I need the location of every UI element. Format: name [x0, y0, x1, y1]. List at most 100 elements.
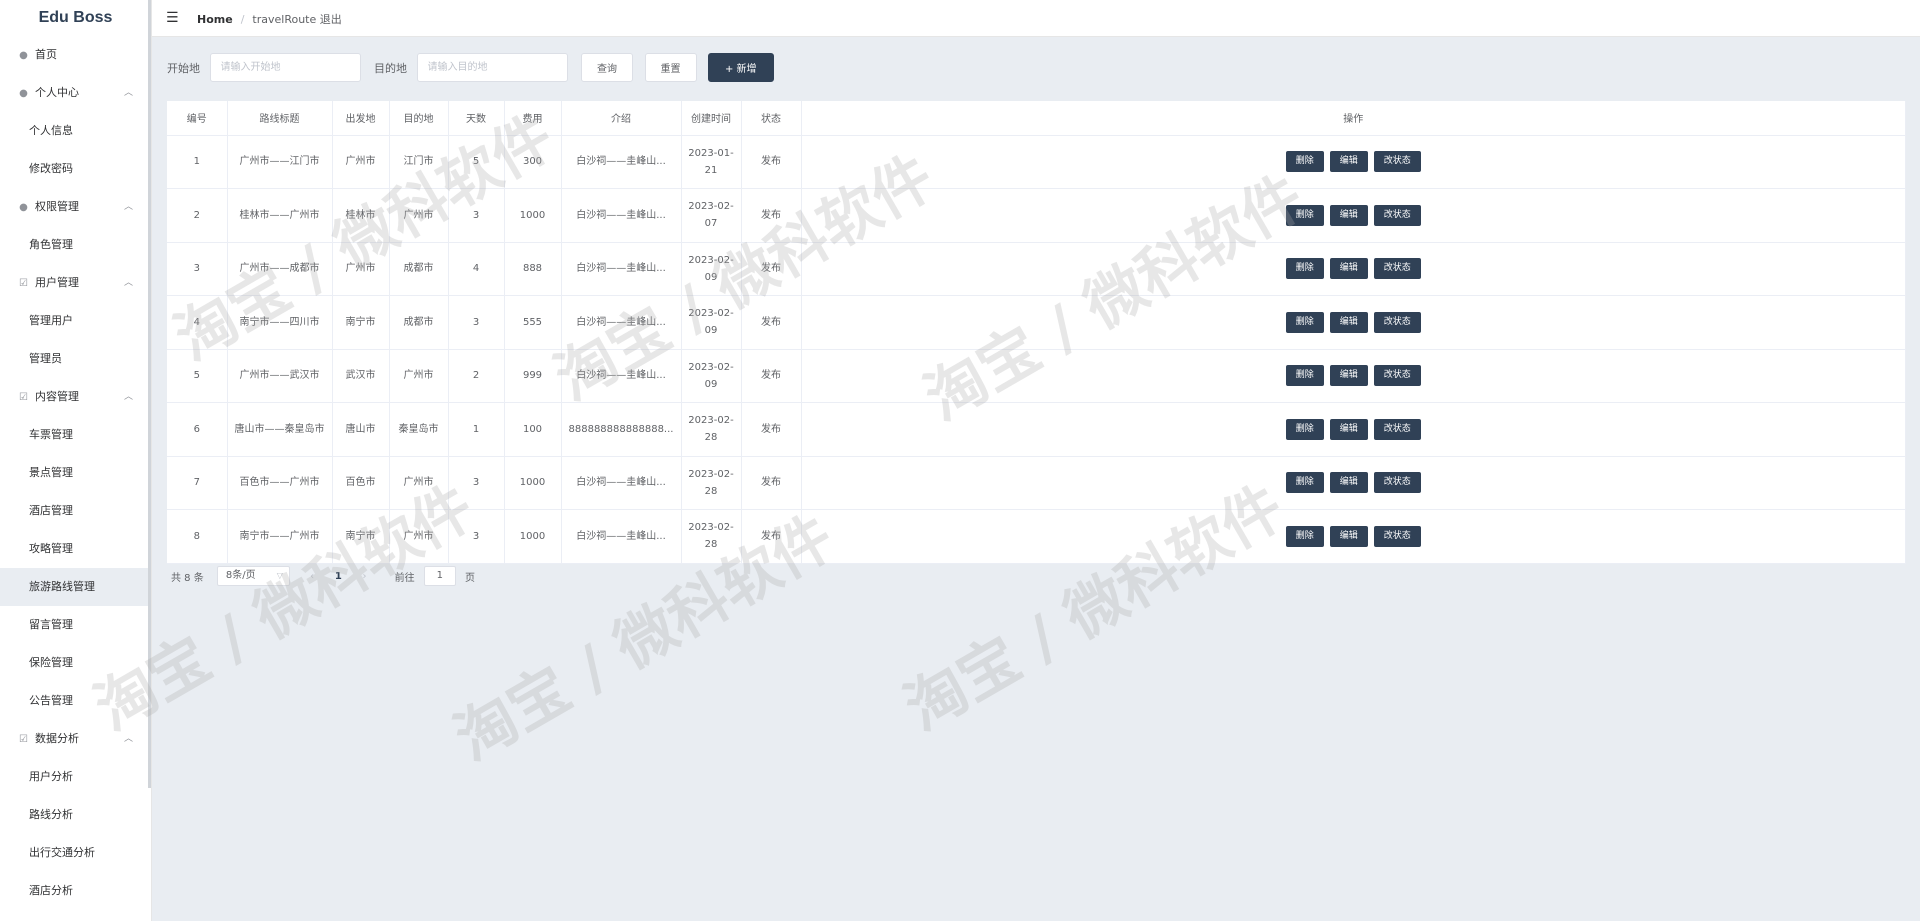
sidebar-item[interactable]: 修改密码: [0, 150, 151, 188]
edit-button[interactable]: 编辑: [1329, 151, 1368, 173]
table-cell: 1000: [504, 509, 562, 564]
edit-button[interactable]: 编辑: [1329, 365, 1368, 387]
delete-button[interactable]: 删除: [1285, 258, 1324, 280]
table-cell: 5: [448, 135, 505, 189]
sidebar-item[interactable]: 保险管理: [0, 644, 151, 682]
change-status-button[interactable]: 改状态: [1373, 151, 1421, 173]
reset-button[interactable]: 重置: [644, 53, 697, 82]
next-page-icon[interactable]: ›: [355, 571, 373, 582]
delete-button[interactable]: 删除: [1285, 525, 1324, 547]
sidebar-item-label: 管理用户: [29, 314, 73, 327]
sidebar-item[interactable]: ● 首页: [0, 36, 151, 74]
sidebar-item-label: 管理员: [29, 352, 62, 365]
sidebar-item[interactable]: 管理用户: [0, 302, 151, 340]
table-cell: 白沙祠——圭峰山...: [561, 349, 682, 403]
sidebar-item[interactable]: ☑ 用户管理 ︿: [0, 264, 151, 302]
edit-button[interactable]: 编辑: [1329, 472, 1368, 494]
sidebar-item[interactable]: 车票管理: [0, 416, 151, 454]
change-status-button[interactable]: 改状态: [1373, 525, 1421, 547]
start-input[interactable]: [209, 53, 361, 82]
delete-button[interactable]: 删除: [1285, 472, 1324, 494]
table-cell: 广州市: [332, 242, 390, 296]
table-cell: 武汉市: [332, 349, 390, 403]
table-cell: 1: [167, 135, 228, 189]
edit-button[interactable]: 编辑: [1329, 311, 1368, 333]
edit-button[interactable]: 编辑: [1329, 525, 1368, 547]
delete-button[interactable]: 删除: [1285, 418, 1324, 440]
delete-button[interactable]: 删除: [1285, 365, 1324, 387]
table-cell: 百色市: [332, 456, 390, 510]
table-cell: 成都市: [389, 295, 449, 350]
change-status-button[interactable]: 改状态: [1373, 418, 1421, 440]
sidebar-item[interactable]: 留言管理: [0, 606, 151, 644]
sidebar-item[interactable]: 角色管理: [0, 226, 151, 264]
sidebar-item[interactable]: 出行交通分析: [0, 834, 151, 872]
sidebar-item[interactable]: ● 权限管理 ︿: [0, 188, 151, 226]
dest-input[interactable]: [416, 53, 568, 82]
table-cell: 江门市: [389, 135, 449, 189]
prev-page-icon[interactable]: ‹: [303, 571, 321, 582]
table-cell: 888888888888888...: [561, 402, 682, 457]
table-cell: 广州市——江门市: [227, 135, 333, 189]
sidebar-item-label: 修改密码: [29, 162, 73, 175]
table-cell: 2023-02-28: [681, 402, 742, 457]
table-cell: 唐山市——秦皇岛市: [227, 402, 333, 457]
sidebar-item[interactable]: 酒店分析: [0, 872, 151, 910]
table-row: 4 南宁市——四川市 南宁市 成都市 3 555 白沙祠——圭峰山... 2023-02-09…: [167, 295, 1906, 350]
sidebar-item[interactable]: 公告管理: [0, 682, 151, 720]
table-cell: 4: [167, 295, 228, 350]
sidebar-item[interactable]: ● 个人中心 ︿: [0, 74, 151, 112]
jump-prefix: 前往: [394, 572, 415, 584]
sidebar-item[interactable]: 用户分析: [0, 758, 151, 796]
table-cell: 8: [167, 509, 228, 564]
page-number[interactable]: 1: [324, 571, 352, 582]
table-cell: 唐山市: [332, 402, 390, 457]
sidebar-item-label: 公告管理: [29, 694, 73, 707]
sidebar-item[interactable]: 景点管理: [0, 454, 151, 492]
table-row: 8 南宁市——广州市 南宁市 广州市 3 1000 白沙祠——圭峰山... 2023-02-2…: [167, 509, 1906, 564]
table-cell: 3: [167, 242, 228, 296]
table-cell: 2: [167, 188, 228, 243]
sidebar-item[interactable]: 路线分析: [0, 796, 151, 834]
query-button[interactable]: 查询: [581, 53, 633, 82]
add-button[interactable]: + 新增: [708, 53, 774, 82]
delete-button[interactable]: 删除: [1285, 151, 1324, 173]
table-cell: 白沙祠——圭峰山...: [561, 509, 682, 564]
change-status-button[interactable]: 改状态: [1373, 204, 1421, 226]
edit-button[interactable]: 编辑: [1329, 258, 1368, 280]
breadcrumb-current[interactable]: travelRoute 退出: [252, 13, 341, 26]
table-cell: 发布: [741, 295, 802, 350]
sidebar-item[interactable]: ☑ 数据分析 ︿: [0, 720, 151, 758]
app-logo: Edu Boss: [38, 9, 113, 26]
change-status-button[interactable]: 改状态: [1373, 258, 1421, 280]
sidebar-item[interactable]: 旅游路线管理: [0, 568, 151, 606]
sidebar-item-label: 出行交通分析: [29, 846, 95, 859]
sidebar-item[interactable]: 管理员: [0, 340, 151, 378]
breadcrumb-home[interactable]: Home: [197, 13, 233, 26]
table-cell: 2023-02-28: [681, 456, 742, 510]
jump-input[interactable]: 1: [423, 566, 456, 586]
sidebar-scrollbar[interactable]: [148, 0, 151, 788]
actions-cell: 删除 编辑 改状态: [801, 242, 1906, 296]
sidebar-item[interactable]: ☑ 内容管理 ︿: [0, 378, 151, 416]
hamburger-icon[interactable]: ☰: [166, 10, 179, 26]
change-status-button[interactable]: 改状态: [1373, 472, 1421, 494]
chevron-up-icon: ︿: [123, 202, 133, 212]
edit-button[interactable]: 编辑: [1329, 418, 1368, 440]
change-status-button[interactable]: 改状态: [1373, 365, 1421, 387]
table-cell: 发布: [741, 349, 802, 403]
sidebar-item[interactable]: 个人信息: [0, 112, 151, 150]
delete-button[interactable]: 删除: [1285, 311, 1324, 333]
page-size-select[interactable]: 8条/页 ▽: [216, 566, 290, 586]
edit-button[interactable]: 编辑: [1329, 204, 1368, 226]
page-size-value: 8条/页: [225, 570, 256, 581]
top-header: ☰ Home / travelRoute 退出: [152, 0, 1920, 37]
change-status-button[interactable]: 改状态: [1373, 311, 1421, 333]
delete-button[interactable]: 删除: [1285, 204, 1324, 226]
sidebar: Edu Boss ● 首页 ● 个人中心 ︿ 个人信息修改密码 ● 权限管理 ︿ 角色管理 ☑ 用户管…: [0, 0, 152, 921]
sidebar-item[interactable]: 攻略管理: [0, 530, 151, 568]
breadcrumb: Home / travelRoute 退出: [197, 11, 342, 27]
table-cell: 1: [448, 402, 505, 457]
sidebar-item[interactable]: 酒店管理: [0, 492, 151, 530]
table-cell: 1000: [504, 188, 562, 243]
